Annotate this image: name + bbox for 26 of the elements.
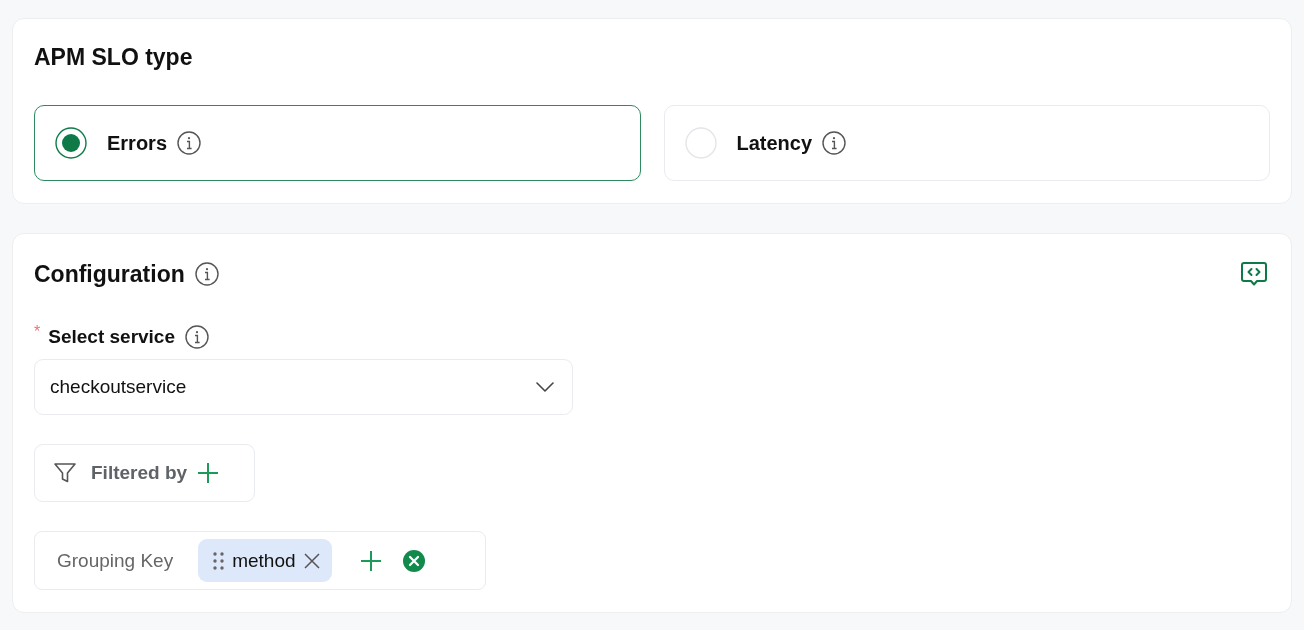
field-label: Grouping Key [57,549,174,572]
close-icon[interactable] [303,552,320,569]
option-label: Latency [736,131,813,155]
grouping-key-field[interactable]: Grouping Key method [34,531,486,590]
info-icon [194,262,219,286]
info-icon [177,131,202,155]
drag-handle-icon[interactable] [213,551,225,570]
field-label: Select service [48,326,175,348]
option-card[interactable]: Latency [663,105,1270,181]
filter-button[interactable]: Filtered by [34,444,255,502]
tag-chip[interactable]: method [198,539,332,582]
radio-button[interactable] [55,127,87,159]
remove-circle-icon[interactable] [402,549,425,572]
option-label: Errors [107,131,168,155]
service-select[interactable]: checkoutservice [34,359,573,415]
plus-icon [197,462,220,484]
required-mark: * [34,323,41,341]
plus-icon[interactable] [359,549,382,572]
info-icon [822,131,847,155]
info-icon [185,325,209,349]
section-title: APM SLO type [34,43,193,71]
option-card[interactable]: Errors [34,105,641,181]
code-comment-icon[interactable] [1240,260,1268,288]
section-title: Configuration [34,260,185,288]
chevron-down-icon [536,382,554,392]
funnel-icon [53,461,77,485]
